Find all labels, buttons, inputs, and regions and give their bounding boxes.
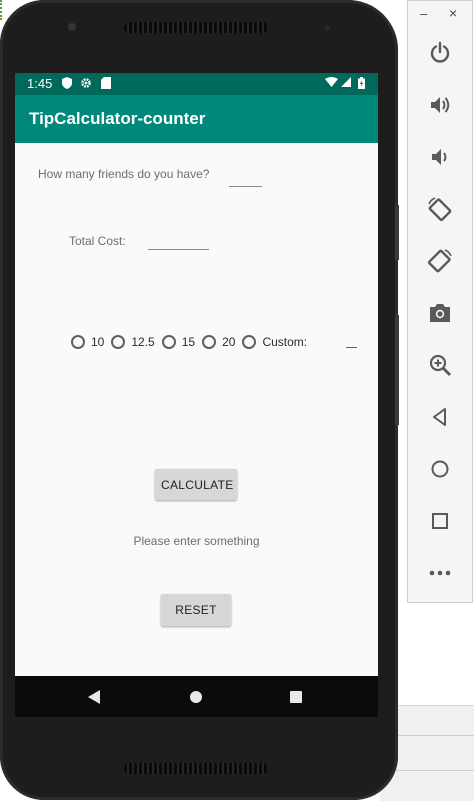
- camera-icon[interactable]: [426, 299, 454, 327]
- back-icon[interactable]: [426, 403, 454, 431]
- nav-overview-icon[interactable]: [290, 691, 302, 703]
- battery-icon: [358, 77, 365, 93]
- status-bar: 1:45: [15, 73, 378, 95]
- desktop-mark: [0, 0, 5, 20]
- volume-up-icon[interactable]: [426, 91, 454, 119]
- tip-radio-12-5[interactable]: [111, 335, 126, 349]
- tip-option-label: 20: [222, 335, 236, 349]
- custom-label: Custom:: [262, 335, 308, 349]
- overview-icon[interactable]: [426, 507, 454, 535]
- total-cost-label: Total Cost:: [69, 234, 126, 248]
- tip-option-label: 10: [91, 335, 105, 349]
- total-cost-input[interactable]: [148, 235, 209, 250]
- zoom-icon[interactable]: [426, 351, 454, 379]
- gear-icon: [80, 77, 92, 93]
- minimize-button[interactable]: –: [420, 6, 427, 21]
- friends-input[interactable]: [229, 172, 262, 187]
- tip-radio-10[interactable]: [71, 335, 85, 349]
- custom-tip-input[interactable]: [346, 335, 357, 348]
- front-camera: [68, 23, 76, 31]
- sd-card-icon: [101, 77, 111, 93]
- friends-label: How many friends do you have?: [38, 167, 210, 181]
- device-frame: 1:45 TipCalculator-counter How many frie…: [0, 0, 398, 800]
- volume-down-icon[interactable]: [426, 143, 454, 171]
- more-icon[interactable]: [426, 559, 454, 587]
- desktop-divider: [396, 735, 474, 736]
- bottom-speaker: [124, 763, 268, 774]
- tip-option-label: 12.5: [131, 335, 155, 349]
- tip-radio-20[interactable]: [202, 335, 217, 349]
- app-title: TipCalculator-counter: [29, 109, 206, 128]
- tip-radio-custom[interactable]: [242, 335, 257, 349]
- volume-side-button: [395, 315, 399, 425]
- desktop-divider-2: [396, 770, 474, 771]
- nav-home-icon[interactable]: [190, 691, 202, 703]
- app-bar: TipCalculator-counter: [15, 95, 378, 143]
- reset-button[interactable]: RESET: [161, 594, 231, 626]
- device-screen: 1:45 TipCalculator-counter How many frie…: [15, 73, 378, 717]
- wifi-icon: [325, 77, 338, 92]
- power-side-button: [395, 205, 399, 260]
- calculate-button[interactable]: CALCULATE: [155, 469, 237, 500]
- power-icon[interactable]: [426, 39, 454, 67]
- navigation-bar: [15, 676, 378, 717]
- window-controls: – ×: [408, 4, 474, 24]
- tip-options: 10 12.5 15 20 Custom:: [71, 332, 314, 352]
- result-message: Please enter something: [133, 534, 260, 548]
- signal-icon: [341, 77, 351, 91]
- earpiece-speaker: [124, 22, 268, 33]
- proximity-sensor: [325, 25, 330, 30]
- home-icon[interactable]: [426, 455, 454, 483]
- status-time: 1:45: [27, 76, 53, 91]
- shield-icon: [62, 77, 72, 93]
- rotate-right-icon[interactable]: [426, 247, 454, 275]
- tip-radio-15[interactable]: [161, 335, 176, 349]
- nav-back-icon[interactable]: [88, 690, 100, 704]
- rotate-left-icon[interactable]: [426, 195, 454, 223]
- emulator-toolbar: – ×: [407, 0, 473, 603]
- tip-option-label: 15: [181, 335, 196, 349]
- close-button[interactable]: ×: [449, 5, 457, 21]
